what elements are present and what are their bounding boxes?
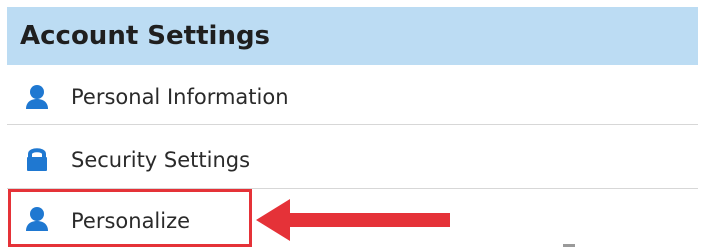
divider [7,124,698,125]
sidebar-item-label: Security Settings [71,148,251,172]
sidebar-item-security-settings[interactable]: Security Settings [7,126,698,188]
highlight-box [8,189,252,247]
decorative-mark [563,244,575,247]
sidebar-item-label: Personal Information [71,85,289,109]
user-icon [22,82,52,112]
account-settings-panel: Account Settings Personal Information Se… [0,0,706,251]
sidebar-item-personal-information[interactable]: Personal Information [7,67,698,125]
arrow-left-icon [256,199,450,241]
page-title: Account Settings [20,21,271,51]
account-settings-header: Account Settings [7,7,698,65]
lock-icon [22,144,52,174]
